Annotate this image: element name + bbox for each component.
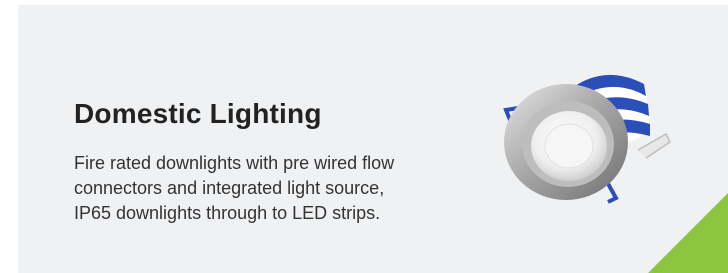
card-description: Fire rated downlights with pre wired flo… <box>74 151 474 226</box>
description-line: connectors and integrated light source, <box>74 178 385 198</box>
domestic-lighting-card[interactable]: Domestic Lighting Fire rated downlights … <box>18 5 728 273</box>
card-title[interactable]: Domestic Lighting <box>74 98 322 130</box>
green-corner-triangle <box>648 193 728 273</box>
description-line: Fire rated downlights with pre wired flo… <box>74 153 395 173</box>
description-line: IP65 downlights through to LED strips. <box>74 203 381 223</box>
